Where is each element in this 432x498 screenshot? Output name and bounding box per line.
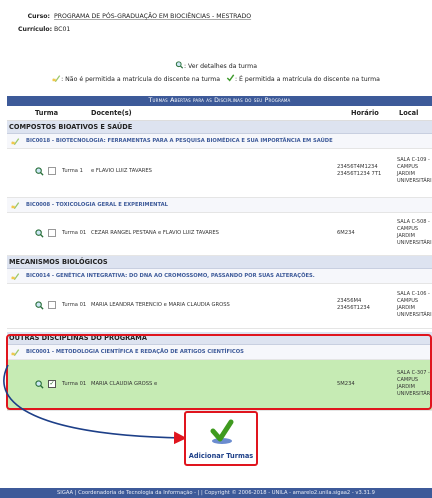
turma-row: Turma 1 e FLAVIO LUIZ TAVARES 23456T4M12… [7,149,432,198]
local: SALA C-109 - CAMPUS JARDIM UNIVERSITÁRI [397,157,432,185]
col-turma: Turma [35,109,59,117]
view-details-icon[interactable] [35,229,44,238]
add-turmas-button[interactable]: Adicionar Turmas [184,411,258,466]
horario: 23456M4 23456T1234 [337,298,370,312]
legend-ver-detalhes: : Ver detalhes da turma [184,63,257,70]
turma-checkbox[interactable] [48,167,56,175]
curso-label: Curso: [27,13,50,20]
local-line: JARDIM [397,305,415,311]
local-line: JARDIM [397,171,415,177]
horario-line: 23456T1234 7T1 [337,171,382,177]
footer: SIGAA | Coordenadoria de Tecnologia da I… [0,488,432,498]
col-horario: Horário [351,109,379,117]
local-line: UNIVERSITÁRI [397,240,432,246]
col-local: Local [399,109,419,117]
horario-line: 23456T1234 [337,305,370,311]
horario-line: 23456M4 [337,298,362,304]
disciplina-title: BIC0018 - BIOTECNOLOGIA: FERRAMENTAS PAR… [26,138,333,144]
annotation-arrow [3,364,187,445]
turma-label: Turma 1 [62,168,83,174]
col-docente: Docente(s) [91,109,132,117]
course-info: Curso: PROGRAMA DE PÓS-GRADUAÇÃO EM BIOCI… [18,10,251,36]
group-header: COMPOSTOS BIOATIVOS E SAÚDE [7,121,432,134]
local-line: CAMPUS [397,164,419,170]
blocked-enroll-icon [52,75,61,82]
local-line: UNIVERSITÁRI [397,178,432,184]
local-line: JARDIM [397,233,415,239]
disciplina-row[interactable]: BIC0008 - TOXICOLOGIA GERAL E EXPERIMENT… [7,198,432,213]
local: SALA C-106 - CAMPUS JARDIM UNIVERSITÁRI [397,291,432,319]
curso-value: PROGRAMA DE PÓS-GRADUAÇÃO EM BIOCIÊNCIAS… [54,13,252,20]
disciplina-row[interactable]: BIC0018 - BIOTECNOLOGIA: FERRAMENTAS PAR… [7,134,432,149]
local: SALA C-508 - CAMPUS JARDIM UNIVERSITÁRI [397,219,432,247]
horario-line: 23456T4M1234 [337,164,378,170]
group-header: MECANISMOS BIOLÓGICOS [7,256,432,269]
turma-label: Turma 01 [62,302,87,308]
turma-checkbox[interactable] [48,301,56,309]
local-line: SALA C-106 - [397,291,430,297]
table-title: Turmas Abertas para as Disciplinas do se… [7,96,432,106]
legend-nao-permitida: : Não é permitida a matrícula do discent… [61,76,221,83]
turma-checkbox[interactable] [48,229,56,237]
docente: MARIA LEANDRA TERENCIO e MARIA CLAUDIA G… [91,302,230,308]
legend: : Ver detalhes da turma : Não é permitid… [0,60,432,86]
view-details-icon[interactable] [35,167,44,176]
turma-row: Turma 01 MARIA LEANDRA TERENCIO e MARIA … [7,284,432,329]
turma-row: Turma 01 CEZAR RANGEL PESTANA e FLAVIO L… [7,213,432,256]
legend-permitida: : É permitida a matrícula do discente na… [234,76,380,83]
turma-label: Turma 01 [62,230,87,236]
magnifier-icon [175,61,184,69]
checkmark-icon [210,419,234,444]
disciplina-title: BIC0008 - TOXICOLOGIA GERAL E EXPERIMENT… [26,202,168,208]
horario: 6M234 [337,230,355,236]
local-line: UNIVERSITÁRI [397,312,432,318]
horario: 23456T4M1234 23456T1234 7T1 [337,164,381,178]
add-turmas-label: Adicionar Turmas [188,452,254,460]
local-line: CAMPUS [397,298,419,304]
curriculo-label: Currículo: [18,26,53,33]
curriculo-value: BC01 [54,26,71,33]
view-details-icon[interactable] [35,301,44,310]
expand-icon[interactable] [11,201,20,209]
expand-icon[interactable] [11,272,20,280]
allowed-enroll-icon [226,74,235,82]
docente: e FLAVIO LUIZ TAVARES [91,168,152,174]
disciplina-title: BIC0014 - GENÉTICA INTEGRATIVA: DO DNA A… [26,273,315,279]
disciplina-row[interactable]: BIC0014 - GENÉTICA INTEGRATIVA: DO DNA A… [7,269,432,284]
local-line: SALA C-508 - [397,219,430,225]
expand-icon[interactable] [11,137,20,145]
docente: CEZAR RANGEL PESTANA e FLAVIO LUIZ TAVAR… [91,230,219,236]
local-line: SALA C-109 - [397,157,430,163]
column-headers: Turma Docente(s) Horário Local [7,106,432,121]
local-line: CAMPUS [397,226,419,232]
